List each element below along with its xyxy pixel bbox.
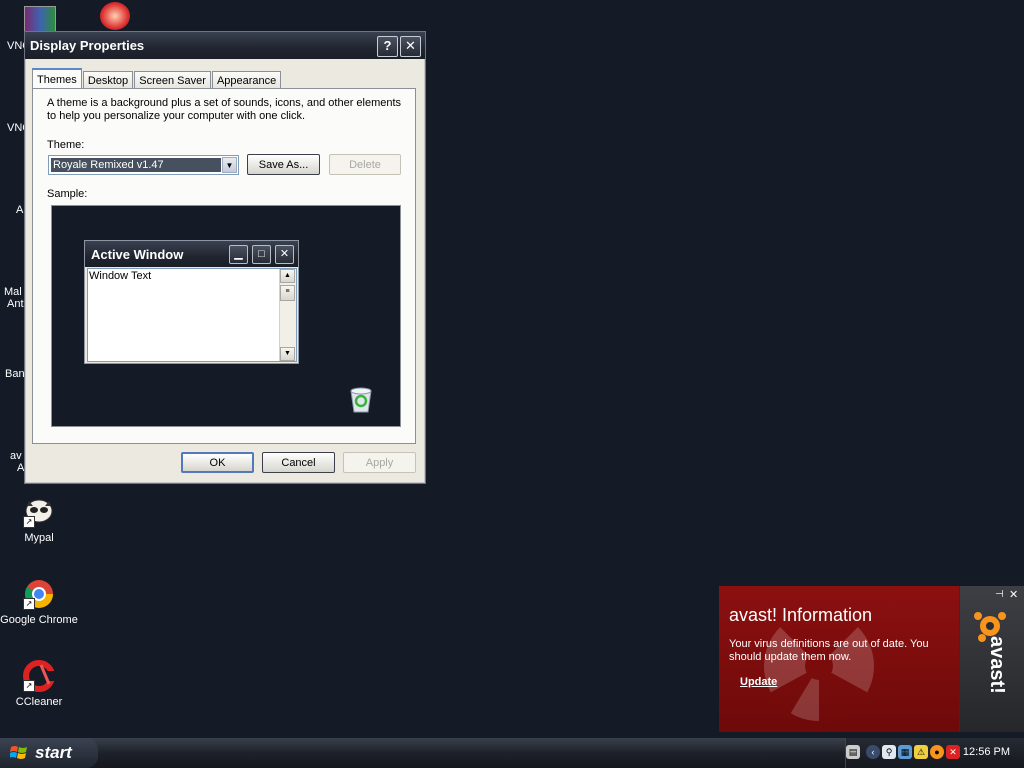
chrome-icon: ↗ [23,578,55,610]
avast-brand-text: avast! [986,636,1008,694]
tab-appearance[interactable]: Appearance [211,71,282,89]
warning-icon[interactable]: ⚠ [914,745,928,759]
recycle-bin-icon [347,384,375,414]
avast-message: Your virus definitions are out of date. … [729,638,929,663]
desktop-icon-label: Google Chrome [0,614,78,626]
pin-icon[interactable]: ⊣ [995,589,1004,600]
search-icon[interactable]: ⚲ [882,745,896,759]
close-icon[interactable]: ✕ [1009,588,1018,601]
help-button[interactable]: ? [377,36,398,57]
themes-panel: A theme is a background plus a set of so… [32,88,416,444]
desktop-label-partial: A [16,204,24,216]
desktop-icon-google-chrome[interactable]: ↗ Google Chrome [0,578,79,626]
avast-tray-icon[interactable]: ● [930,745,944,759]
system-tray: ▤ ‹ ⚲ ▦ ⚠ ● ✕ 12:56 PM [845,738,1024,768]
desktop-icon-ccleaner[interactable]: ↗ CCleaner [0,660,79,708]
start-label: start [35,743,72,762]
tab-screen-saver[interactable]: Screen Saver [134,71,211,89]
tab-themes[interactable]: Themes [32,68,82,90]
clock[interactable]: 12:56 PM [963,746,1010,758]
avast-message-panel: avast! Information Your virus definition… [719,586,959,732]
scroll-thumb: ≡ [280,285,295,301]
chevron-down-icon[interactable]: ▼ [222,157,237,173]
mypal-icon: ↗ [23,496,55,528]
error-x-icon[interactable]: ✕ [946,745,960,759]
avast-brand-panel: ⊣ ✕ avast! [960,586,1024,732]
desktop-label-partial: Ban [5,368,25,380]
tab-strip: Themes Desktop Screen Saver Appearance [32,67,282,90]
close-icon: ✕ [275,245,294,264]
start-button[interactable]: start [0,738,98,768]
avast-update-link[interactable]: Update [740,676,777,688]
ccleaner-icon: ↗ [23,660,55,692]
dialog-titlebar[interactable]: Display Properties ? ✕ [25,32,425,59]
avast-heading: avast! Information [729,605,873,625]
save-as-button[interactable]: Save As... [247,154,320,175]
windows-flag-icon [10,746,27,759]
network-icon[interactable]: ▦ [898,745,912,759]
desktop-label-partial: Ant [7,298,24,310]
keyboard-icon[interactable]: ▤ [846,745,860,759]
scroll-down-icon: ▼ [280,347,295,361]
cancel-button[interactable]: Cancel [262,452,335,473]
tab-desktop[interactable]: Desktop [82,71,134,89]
sample-scrollbar: ▲ ≡ ▼ [279,269,296,361]
delete-button[interactable]: Delete [329,154,401,175]
sample-label: Sample: [47,188,88,200]
display-properties-dialog: Display Properties ? ✕ Themes Desktop Sc… [24,31,426,484]
apply-button[interactable]: Apply [343,452,416,473]
minimize-icon: ▁ [229,245,248,264]
sample-window-title: Active Window [91,247,184,262]
theme-dropdown-value: Royale Remixed v1.47 [51,158,221,172]
scroll-up-icon: ▲ [280,269,295,283]
sample-window-text: Window Text [89,270,152,282]
desktop-icon-label: CCleaner [15,696,63,708]
desktop-label-partial: av [10,450,22,462]
sample-window-body: Window Text ▲ ≡ ▼ [87,268,297,362]
maximize-icon: □ [252,245,271,264]
winrar-icon[interactable] [24,6,56,32]
avast-notification: avast! Information Your virus definition… [719,586,1024,732]
desktop-icon-mypal[interactable]: ↗ Mypal [0,496,79,544]
sample-active-window: Active Window ▁ □ ✕ Window Text ▲ ≡ ▼ [84,240,299,364]
desktop-icon-label: Mypal [24,532,54,544]
close-button[interactable]: ✕ [400,36,421,57]
theme-sample-preview: Active Window ▁ □ ✕ Window Text ▲ ≡ ▼ [51,205,401,427]
chevron-left-icon[interactable]: ‹ [866,745,880,759]
theme-description: A theme is a background plus a set of so… [47,97,402,122]
app-shortcut-icon[interactable] [100,2,130,30]
sample-window-titlebar: Active Window ▁ □ ✕ [85,241,298,267]
theme-dropdown[interactable]: Royale Remixed v1.47 ▼ [48,155,239,175]
ok-button[interactable]: OK [181,452,254,473]
theme-label: Theme: [47,139,85,151]
taskbar: start ▤ ‹ ⚲ ▦ ⚠ ● ✕ 12:56 PM [0,738,1024,768]
dialog-title: Display Properties [30,38,145,53]
desktop-label-partial: Mal [4,286,22,298]
